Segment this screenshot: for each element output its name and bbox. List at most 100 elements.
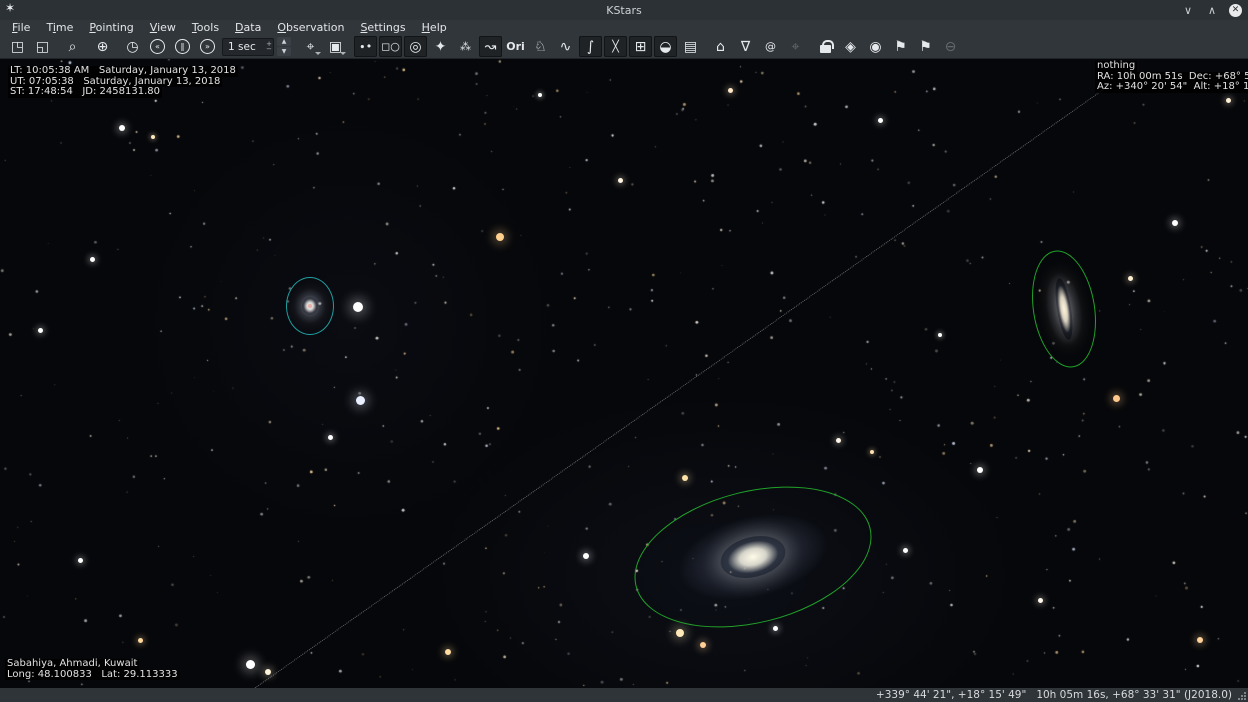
list-icon: ▤ <box>684 40 697 54</box>
menu-data[interactable]: Data <box>227 20 269 35</box>
comet-icon: ↝ <box>485 40 497 54</box>
toggle-deep-sky-button[interactable]: ◻○ <box>379 36 402 57</box>
clock-icon: ◷ <box>126 40 138 54</box>
menu-observation[interactable]: Observation <box>269 20 352 35</box>
toggle-equatorial-grid-button[interactable]: ⊞ <box>629 36 652 57</box>
location-info-overlay: Sabahiya, Ahmadi, Kuwait Long: 48.100833… <box>5 659 180 680</box>
focus-object-button[interactable]: ⌖ <box>299 36 322 57</box>
timestep-mini-steppers[interactable]: +− <box>266 39 272 55</box>
toggle-constellation-art-button[interactable]: ♘ <box>529 36 552 57</box>
target-dot-button[interactable]: ◉ <box>864 36 887 57</box>
pause-clock-button[interactable]: ‖ <box>171 36 194 57</box>
menu-settings[interactable]: Settings <box>352 20 413 35</box>
step-backward-button[interactable]: « <box>146 36 169 57</box>
toggle-constellation-lines-button[interactable]: ∿ <box>554 36 577 57</box>
bright-star[interactable] <box>119 125 125 131</box>
bright-star[interactable] <box>1172 220 1178 226</box>
zoom-in-button[interactable]: ◳ <box>6 36 29 57</box>
bright-star[interactable] <box>353 302 363 312</box>
window-controls: ∨ ∧ ✕ <box>1181 0 1242 20</box>
toggle-solar-system-button[interactable]: ◎ <box>404 36 427 57</box>
toggle-constellation-names-button[interactable]: Ori <box>504 36 527 57</box>
lighthouse-icon: ∇ <box>741 40 750 54</box>
bright-star[interactable] <box>676 629 684 637</box>
step-forward-button[interactable]: » <box>196 36 219 57</box>
bright-star[interactable] <box>78 558 83 563</box>
toggle-stars-button[interactable]: ∙• <box>354 36 377 57</box>
toggle-comets-button[interactable]: ↝ <box>479 36 502 57</box>
bright-star[interactable] <box>977 467 983 473</box>
circle-minus-icon: ⊖ <box>945 40 957 54</box>
timestep-value[interactable]: 1 sec+− <box>222 38 274 56</box>
bright-star[interactable] <box>265 669 271 675</box>
lighthouse-button[interactable]: ∇ <box>734 36 757 57</box>
menu-time[interactable]: Time <box>38 20 81 35</box>
track-object-button: ⌖ <box>784 36 807 57</box>
find-object-button[interactable]: ⌕ <box>61 36 84 57</box>
list-flags-button[interactable]: ⚑ <box>914 36 937 57</box>
observatory-dome-button[interactable]: ⌂ <box>709 36 732 57</box>
minimize-button[interactable]: ∨ <box>1181 4 1195 17</box>
menu-file[interactable]: File <box>4 20 38 35</box>
bright-star[interactable] <box>1113 395 1120 402</box>
titlebar: ✶ KStars ∨ ∧ ✕ <box>0 0 1248 20</box>
bright-star[interactable] <box>246 660 255 669</box>
bright-star[interactable] <box>870 450 874 454</box>
geolocation-button[interactable]: ⊕ <box>91 36 114 57</box>
elliptical-galaxy-marker-ellipse[interactable] <box>286 277 334 335</box>
sidereal-time-text: ST: 17:48:54 JD: 2458131.80 <box>8 87 162 98</box>
location-coords-text: Long: 48.100833 Lat: 29.113333 <box>5 670 180 681</box>
set-time-button[interactable]: ◷ <box>121 36 144 57</box>
galaxy-spiral-button[interactable]: @ <box>759 36 782 57</box>
maximize-button[interactable]: ∧ <box>1205 4 1219 17</box>
bright-star[interactable] <box>682 475 688 481</box>
bright-star[interactable] <box>903 548 908 553</box>
menu-help[interactable]: Help <box>414 20 455 35</box>
bright-star[interactable] <box>1226 98 1231 103</box>
bright-star[interactable] <box>938 333 942 337</box>
toggle-satellites-button[interactable]: ⁂ <box>454 36 477 57</box>
bright-star[interactable] <box>356 396 365 405</box>
bright-star[interactable] <box>1038 598 1043 603</box>
bright-star[interactable] <box>445 649 451 655</box>
bright-star[interactable] <box>538 93 542 97</box>
bright-star[interactable] <box>728 88 733 93</box>
toggle-milky-way-button[interactable]: ∫ <box>579 36 602 57</box>
zoom-out-button[interactable]: ◱ <box>31 36 54 57</box>
menu-view[interactable]: View <box>142 20 184 35</box>
toggle-constellation-boundaries-button[interactable]: ╳ <box>604 36 627 57</box>
bright-star[interactable] <box>138 638 143 643</box>
views-button[interactable]: ▣ <box>324 36 347 57</box>
timestep-spinbox[interactable]: 1 sec+−▲▼ <box>222 37 291 56</box>
toggle-horizon-button[interactable]: ◒ <box>654 36 677 57</box>
bright-star[interactable] <box>878 118 883 123</box>
color-scheme-button[interactable]: ◈ <box>839 36 862 57</box>
bright-star[interactable] <box>496 233 504 241</box>
pointer-az-alt-text: Az: +340° 20' 54" Alt: +18° 10' 16" <box>1095 82 1248 93</box>
statusbar-coordinates-text: +339° 44' 21", +18° 15' 49" 10h 05m 16s,… <box>876 689 1232 701</box>
bright-star[interactable] <box>700 642 706 648</box>
bright-star[interactable] <box>328 435 333 440</box>
toggle-supernovae-button[interactable]: ✦ <box>429 36 452 57</box>
timestep-up-button[interactable]: ▲ <box>277 37 291 46</box>
add-flag-button[interactable]: ⚑ <box>889 36 912 57</box>
bright-star[interactable] <box>583 553 589 559</box>
timestep-down-button[interactable]: ▼ <box>277 47 291 56</box>
resize-grip[interactable] <box>1238 692 1246 700</box>
bright-star[interactable] <box>773 626 778 631</box>
bullseye-icon: ◎ <box>409 40 421 54</box>
close-button[interactable]: ✕ <box>1229 4 1242 17</box>
bright-star[interactable] <box>1128 276 1133 281</box>
menu-pointing[interactable]: Pointing <box>81 20 141 35</box>
whats-interesting-button[interactable]: ▤ <box>679 36 702 57</box>
sky-map[interactable]: LT: 10:05:38 AM Saturday, January 13, 20… <box>0 59 1248 688</box>
bright-star[interactable] <box>151 135 155 139</box>
bright-star[interactable] <box>618 178 623 183</box>
lock-position-button[interactable] <box>814 36 837 57</box>
bright-star[interactable] <box>1197 637 1203 643</box>
menu-tools[interactable]: Tools <box>184 20 227 35</box>
bright-star[interactable] <box>836 438 841 443</box>
rabbit-icon: ♘ <box>534 40 547 54</box>
bright-star[interactable] <box>90 257 95 262</box>
bright-star[interactable] <box>38 328 43 333</box>
